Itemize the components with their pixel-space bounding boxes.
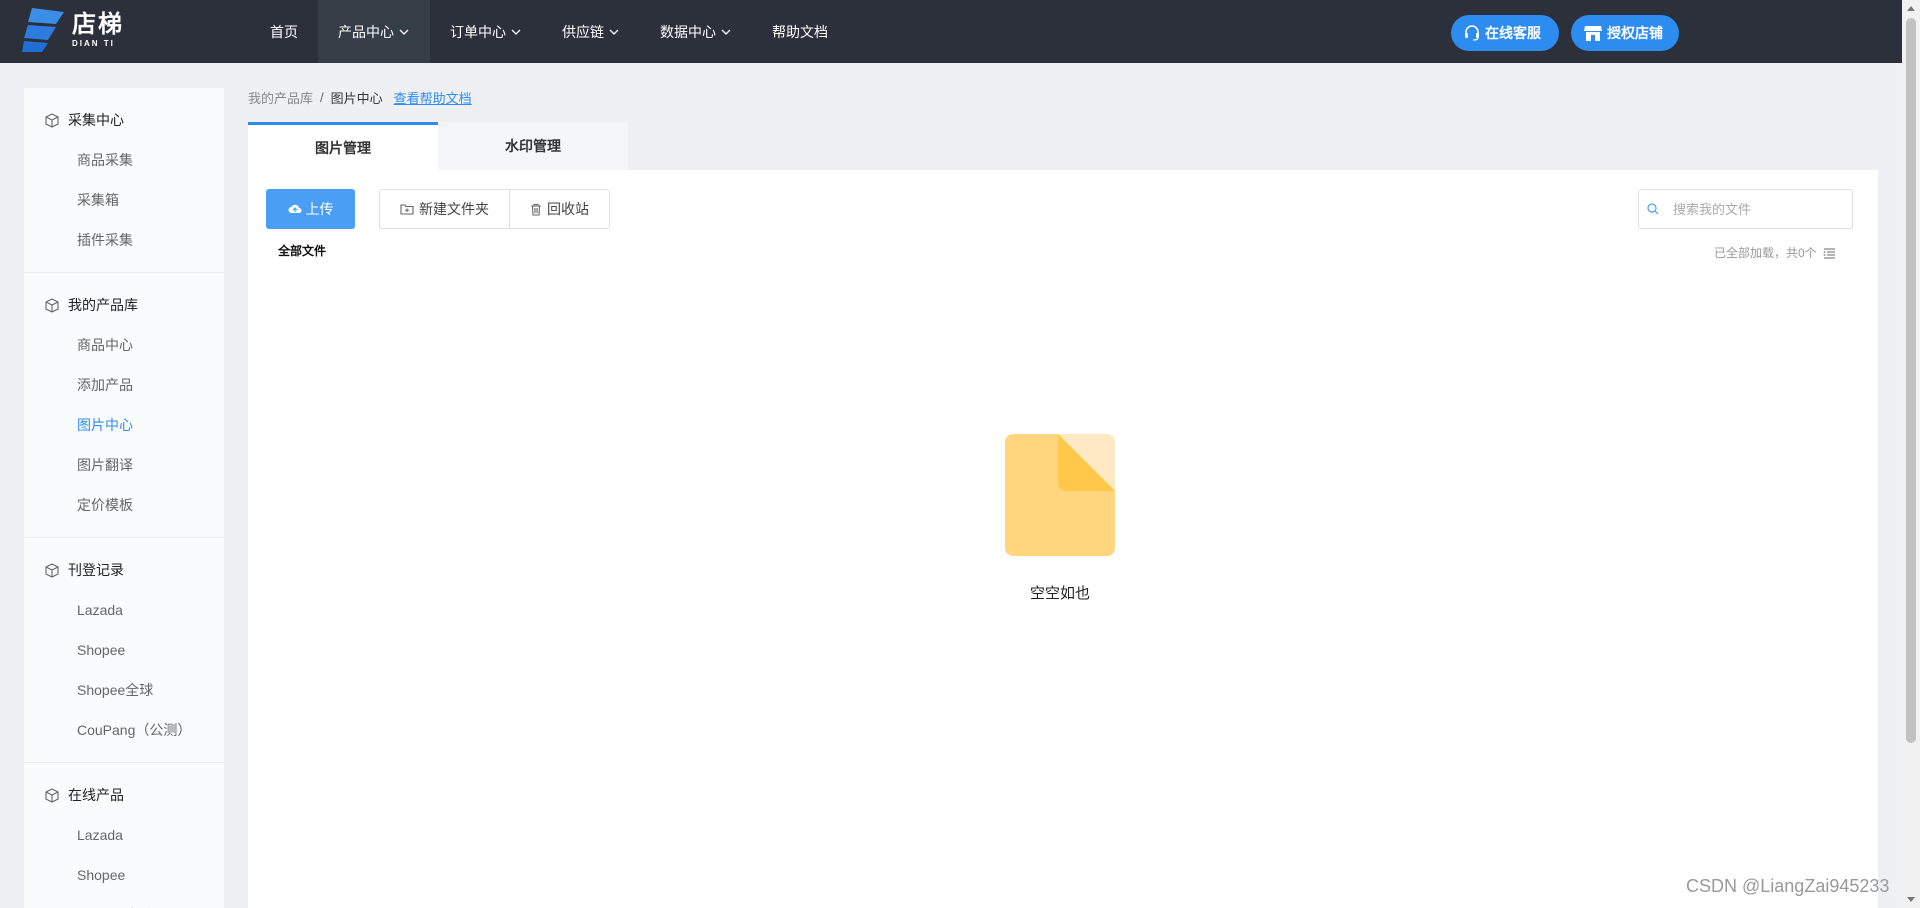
list-view-icon[interactable] bbox=[1823, 247, 1836, 259]
nav-data-center[interactable]: 数据中心 bbox=[640, 0, 752, 63]
chevron-down-icon bbox=[721, 29, 731, 35]
load-status-text: 已全部加载，共0个 bbox=[1714, 246, 1817, 260]
sidebar: 采集中心 商品采集 采集箱 插件采集 我的产品库 商品中心 添加产品 图片中心 … bbox=[24, 88, 224, 908]
scroll-thumb[interactable] bbox=[1906, 18, 1916, 743]
sidebar-item-image-center[interactable]: 图片中心 bbox=[24, 405, 224, 445]
box-icon bbox=[45, 113, 59, 128]
nav-order-center[interactable]: 订单中心 bbox=[430, 0, 542, 63]
sidebar-group-listing-records: 刊登记录 Lazada Shopee Shopee全球 CouPang（公测） bbox=[24, 538, 224, 763]
authorize-store-button[interactable]: 授权店铺 bbox=[1571, 15, 1679, 51]
all-files-label[interactable]: 全部文件 bbox=[278, 242, 326, 259]
sidebar-item-shopee[interactable]: Shopee bbox=[24, 630, 224, 670]
store-icon bbox=[1584, 26, 1602, 41]
folder-add-icon bbox=[400, 204, 414, 215]
breadcrumb: 我的产品库 / 图片中心 查看帮助文档 bbox=[248, 88, 472, 106]
file-action-group: 新建文件夹 回收站 bbox=[379, 189, 610, 229]
sidebar-item-shopee-global[interactable]: Shopee全球 bbox=[24, 895, 224, 908]
sidebar-item-collect-box[interactable]: 采集箱 bbox=[24, 180, 224, 220]
empty-file-icon bbox=[1005, 434, 1115, 556]
sidebar-item-product-center[interactable]: 商品中心 bbox=[24, 325, 224, 365]
cloud-upload-icon bbox=[288, 204, 301, 213]
empty-state: 空空如也 bbox=[1005, 434, 1115, 603]
logo-text: 店梯 bbox=[72, 10, 124, 38]
upload-button[interactable]: 上传 bbox=[266, 189, 355, 229]
nav-supply-chain[interactable]: 供应链 bbox=[542, 0, 640, 63]
chevron-down-icon bbox=[511, 29, 521, 35]
sidebar-item-lazada[interactable]: Lazada bbox=[24, 590, 224, 630]
sidebar-group-title[interactable]: 我的产品库 bbox=[24, 285, 224, 325]
sidebar-item-product-collect[interactable]: 商品采集 bbox=[24, 140, 224, 180]
sidebar-group-title[interactable]: 在线产品 bbox=[24, 775, 224, 815]
breadcrumb-parent[interactable]: 我的产品库 bbox=[248, 88, 313, 107]
box-icon bbox=[45, 563, 59, 578]
sidebar-item-coupang[interactable]: CouPang（公测） bbox=[24, 710, 224, 750]
scroll-up-icon[interactable] bbox=[1907, 6, 1915, 11]
tab-watermark-management[interactable]: 水印管理 bbox=[438, 122, 628, 170]
sidebar-group-online-products: 在线产品 Lazada Shopee Shopee全球 bbox=[24, 763, 224, 908]
breadcrumb-current: 图片中心 bbox=[330, 90, 383, 106]
logo[interactable]: 店梯 DIAN TI bbox=[22, 8, 124, 52]
recycle-bin-button[interactable]: 回收站 bbox=[509, 190, 609, 228]
sidebar-group-collection: 采集中心 商品采集 采集箱 插件采集 bbox=[24, 88, 224, 273]
search-icon bbox=[1647, 203, 1659, 215]
box-icon bbox=[45, 788, 59, 803]
search-box bbox=[1638, 189, 1853, 229]
nav-help-docs[interactable]: 帮助文档 bbox=[752, 0, 848, 63]
sidebar-item-shopee-global[interactable]: Shopee全球 bbox=[24, 670, 224, 710]
sidebar-item-pricing-template[interactable]: 定价模板 bbox=[24, 485, 224, 525]
sidebar-item-add-product[interactable]: 添加产品 bbox=[24, 365, 224, 405]
chevron-down-icon bbox=[399, 29, 409, 35]
nav-home[interactable]: 首页 bbox=[250, 0, 318, 63]
nav-product-center[interactable]: 产品中心 bbox=[318, 0, 430, 63]
chevron-down-icon bbox=[609, 29, 619, 35]
sidebar-item-lazada[interactable]: Lazada bbox=[24, 815, 224, 855]
box-icon bbox=[45, 298, 59, 313]
tab-bar: 图片管理 水印管理 bbox=[248, 122, 628, 170]
online-service-button[interactable]: 在线客服 bbox=[1451, 15, 1559, 51]
top-navbar: 店梯 DIAN TI 首页 产品中心 订单中心 供应链 数据中心 帮助文档 在线… bbox=[0, 0, 1902, 63]
breadcrumb-separator: / bbox=[320, 89, 324, 105]
sidebar-item-image-translate[interactable]: 图片翻译 bbox=[24, 445, 224, 485]
empty-text: 空空如也 bbox=[1029, 585, 1090, 602]
load-status: 已全部加载，共0个 bbox=[1714, 244, 1836, 261]
file-panel: 上传 新建文件夹 回收站 全部文件 已全部加载，共0个 空空如也 bbox=[248, 170, 1878, 908]
tab-image-management[interactable]: 图片管理 bbox=[248, 122, 438, 170]
page-scrollbar[interactable] bbox=[1902, 0, 1920, 908]
help-doc-link[interactable]: 查看帮助文档 bbox=[394, 88, 472, 107]
sidebar-group-title[interactable]: 刊登记录 bbox=[24, 550, 224, 590]
sidebar-group-my-products: 我的产品库 商品中心 添加产品 图片中心 图片翻译 定价模板 bbox=[24, 273, 224, 538]
search-input[interactable] bbox=[1673, 201, 1843, 217]
scroll-down-icon[interactable] bbox=[1907, 897, 1915, 902]
logo-subtext: DIAN TI bbox=[72, 38, 115, 48]
trash-icon bbox=[531, 203, 541, 216]
main-nav: 首页 产品中心 订单中心 供应链 数据中心 帮助文档 bbox=[250, 0, 848, 63]
new-folder-button[interactable]: 新建文件夹 bbox=[380, 190, 509, 228]
headset-icon bbox=[1465, 25, 1479, 41]
logo-mark-icon bbox=[22, 8, 64, 52]
watermark-text: CSDN @LiangZai945233 bbox=[1686, 876, 1890, 896]
sidebar-group-title[interactable]: 采集中心 bbox=[24, 100, 224, 140]
sidebar-item-shopee[interactable]: Shopee bbox=[24, 855, 224, 895]
sidebar-item-plugin-collect[interactable]: 插件采集 bbox=[24, 220, 224, 260]
